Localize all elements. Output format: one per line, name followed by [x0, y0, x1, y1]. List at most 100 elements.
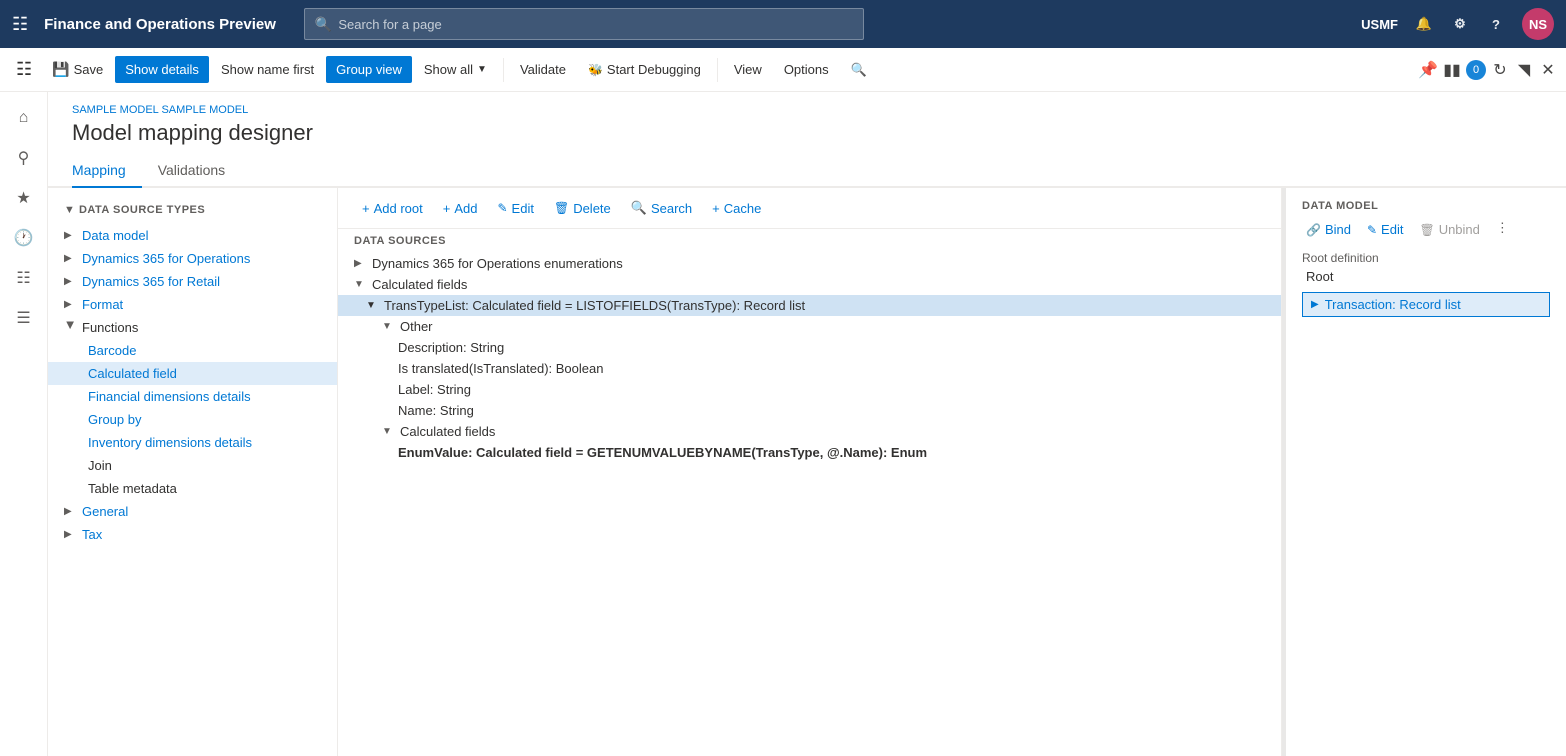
ds-name[interactable]: Name: String: [338, 400, 1281, 421]
ds-d365-enum[interactable]: ▶ Dynamics 365 for Operations enumeratio…: [338, 253, 1281, 274]
start-debugging-button[interactable]: 🐝 Start Debugging: [578, 56, 711, 83]
middle-panel-datasources: + Add root + Add ✎ Edit 🗑 Delete: [338, 188, 1282, 756]
dst-table-metadata[interactable]: Table metadata: [48, 477, 337, 500]
unbind-icon: 🗑: [1419, 223, 1434, 237]
sidebar-filter-icon[interactable]: ⚲: [6, 140, 42, 176]
dst-functions[interactable]: ▶ Functions: [48, 316, 337, 339]
view-button[interactable]: View: [724, 56, 772, 83]
sidebar-recent-icon[interactable]: 🕐: [6, 220, 42, 256]
ds-label[interactable]: Label: String: [338, 379, 1281, 400]
dm-transaction-record[interactable]: ▶ Transaction: Record list: [1302, 292, 1550, 317]
dst-d365-operations[interactable]: ▶ Dynamics 365 for Operations: [48, 247, 337, 270]
ds-calculated-fields-nested[interactable]: ▼ Calculated fields: [338, 421, 1281, 442]
save-button[interactable]: 💾 Save: [42, 55, 113, 84]
edit-icon: ✎: [497, 201, 507, 215]
breadcrumb: SAMPLE MODEL SAMPLE MODEL: [72, 104, 1542, 116]
unbind-button[interactable]: 🗑 Unbind: [1415, 220, 1483, 239]
app-layout: ⌂ ⚲ ★ 🕐 ☷ ☰ SAMPLE MODEL SAMPLE MODEL Mo…: [0, 92, 1566, 756]
avatar[interactable]: NS: [1522, 8, 1554, 40]
dst-general[interactable]: ▶ General: [48, 500, 337, 523]
help-icon[interactable]: ?: [1486, 14, 1506, 34]
dm-edit-button[interactable]: ✎ Edit: [1363, 220, 1407, 239]
tab-validations[interactable]: Validations: [158, 154, 241, 188]
panels: ▼ DATA SOURCE TYPES ▶ Data model ▶ Dynam…: [48, 188, 1566, 756]
top-nav: ☷ Finance and Operations Preview 🔍 USMF …: [0, 0, 1566, 48]
datamodel-header: DATA MODEL: [1302, 200, 1550, 212]
settings-icon[interactable]: ⚙: [1450, 14, 1470, 34]
search-cmd-button[interactable]: 🔍: [841, 56, 877, 84]
show-all-button[interactable]: Show all ▼: [414, 56, 497, 83]
column-icon[interactable]: ▮▮: [1442, 60, 1462, 80]
dst-join[interactable]: Join: [48, 454, 337, 477]
search-input[interactable]: [338, 17, 853, 32]
options-button[interactable]: Options: [774, 56, 839, 83]
command-bar: ☷ 💾 Save Show details Show name first Gr…: [0, 48, 1566, 92]
dm-more-options[interactable]: ⋮: [1496, 220, 1509, 239]
ds-enum-value[interactable]: EnumValue: Calculated field = GETENUMVAL…: [338, 442, 1281, 463]
sidebar-home-icon[interactable]: ⌂: [6, 100, 42, 136]
delete-button[interactable]: 🗑 Delete: [546, 197, 619, 220]
add-root-icon: +: [362, 201, 370, 216]
root-definition-value: Root: [1302, 269, 1550, 284]
page-title: Model mapping designer: [72, 120, 1542, 146]
app-title: Finance and Operations Preview: [44, 16, 276, 33]
search-bar[interactable]: 🔍: [304, 8, 864, 40]
add-icon: +: [443, 201, 451, 216]
ds-other[interactable]: ▼ Other: [338, 316, 1281, 337]
right-panel-datamodel: DATA MODEL 🔗 Bind ✎ Edit 🗑 Unbind ⋮: [1286, 188, 1566, 756]
tabs: Mapping Validations: [48, 154, 1566, 188]
ds-description[interactable]: Description: String: [338, 337, 1281, 358]
ds-chevron-calc-nested: ▼: [382, 426, 394, 437]
dm-tree-chevron: ▶: [1311, 299, 1319, 310]
notification-badge[interactable]: 0: [1466, 60, 1486, 80]
dst-financial-dimensions[interactable]: Financial dimensions details: [48, 385, 337, 408]
left-panel-datasource-types: ▼ DATA SOURCE TYPES ▶ Data model ▶ Dynam…: [48, 188, 338, 756]
edit-button[interactable]: ✎ Edit: [489, 197, 541, 220]
chevron-format: ▶: [64, 299, 76, 310]
dst-calculated-field[interactable]: Calculated field: [48, 362, 337, 385]
sidebar-workspaces-icon[interactable]: ☷: [6, 260, 42, 296]
sidebar-modules-icon[interactable]: ☰: [6, 300, 42, 336]
add-root-button[interactable]: + Add root: [354, 197, 431, 220]
pin-icon[interactable]: 📌: [1418, 60, 1438, 80]
dst-barcode[interactable]: Barcode: [48, 339, 337, 362]
datamodel-actions: 🔗 Bind ✎ Edit 🗑 Unbind ⋮: [1302, 220, 1550, 239]
ds-calculated-fields-root[interactable]: ▼ Calculated fields: [338, 274, 1281, 295]
dst-d365-retail[interactable]: ▶ Dynamics 365 for Retail: [48, 270, 337, 293]
show-details-button[interactable]: Show details: [115, 56, 209, 83]
show-all-chevron-icon: ▼: [477, 64, 487, 75]
hamburger-menu-button[interactable]: ☷: [8, 55, 40, 84]
hamburger-icon[interactable]: ☷: [12, 14, 28, 35]
refresh-icon[interactable]: ↻: [1490, 60, 1510, 80]
save-icon: 💾: [52, 61, 69, 78]
dst-group-by[interactable]: Group by: [48, 408, 337, 431]
nav-right: USMF 🔔 ⚙ ? NS: [1361, 8, 1554, 40]
delete-icon: 🗑: [554, 201, 569, 215]
bind-button[interactable]: 🔗 Bind: [1302, 220, 1355, 239]
ds-chevron-d365enum: ▶: [354, 258, 366, 269]
open-new-icon[interactable]: ◥: [1514, 60, 1534, 80]
notification-icon[interactable]: 🔔: [1414, 14, 1434, 34]
validate-button[interactable]: Validate: [510, 56, 576, 83]
sidebar-favorites-icon[interactable]: ★: [6, 180, 42, 216]
search-icon: 🔍: [315, 16, 332, 33]
group-view-button[interactable]: Group view: [326, 56, 412, 83]
dst-tax[interactable]: ▶ Tax: [48, 523, 337, 546]
tab-mapping[interactable]: Mapping: [72, 154, 142, 188]
user-code: USMF: [1361, 17, 1398, 32]
separator2: [717, 58, 718, 82]
search-ds-icon: 🔍: [631, 200, 647, 216]
close-icon[interactable]: ✕: [1538, 60, 1558, 80]
dst-inventory-dimensions[interactable]: Inventory dimensions details: [48, 431, 337, 454]
resize-handle[interactable]: [1282, 188, 1286, 756]
datasources-toolbar: + Add root + Add ✎ Edit 🗑 Delete: [338, 188, 1281, 229]
ds-is-translated[interactable]: Is translated(IsTranslated): Boolean: [338, 358, 1281, 379]
dst-format[interactable]: ▶ Format: [48, 293, 337, 316]
dst-data-model[interactable]: ▶ Data model: [48, 224, 337, 247]
cache-button[interactable]: + Cache: [704, 197, 769, 220]
search-ds-button[interactable]: 🔍 Search: [623, 196, 700, 220]
ds-trans-type-list[interactable]: ▼ TransTypeList: Calculated field = LIST…: [338, 295, 1281, 316]
sidebar-icons: ⌂ ⚲ ★ 🕐 ☷ ☰: [0, 92, 48, 756]
add-button[interactable]: + Add: [435, 197, 486, 220]
show-name-first-button[interactable]: Show name first: [211, 56, 324, 83]
